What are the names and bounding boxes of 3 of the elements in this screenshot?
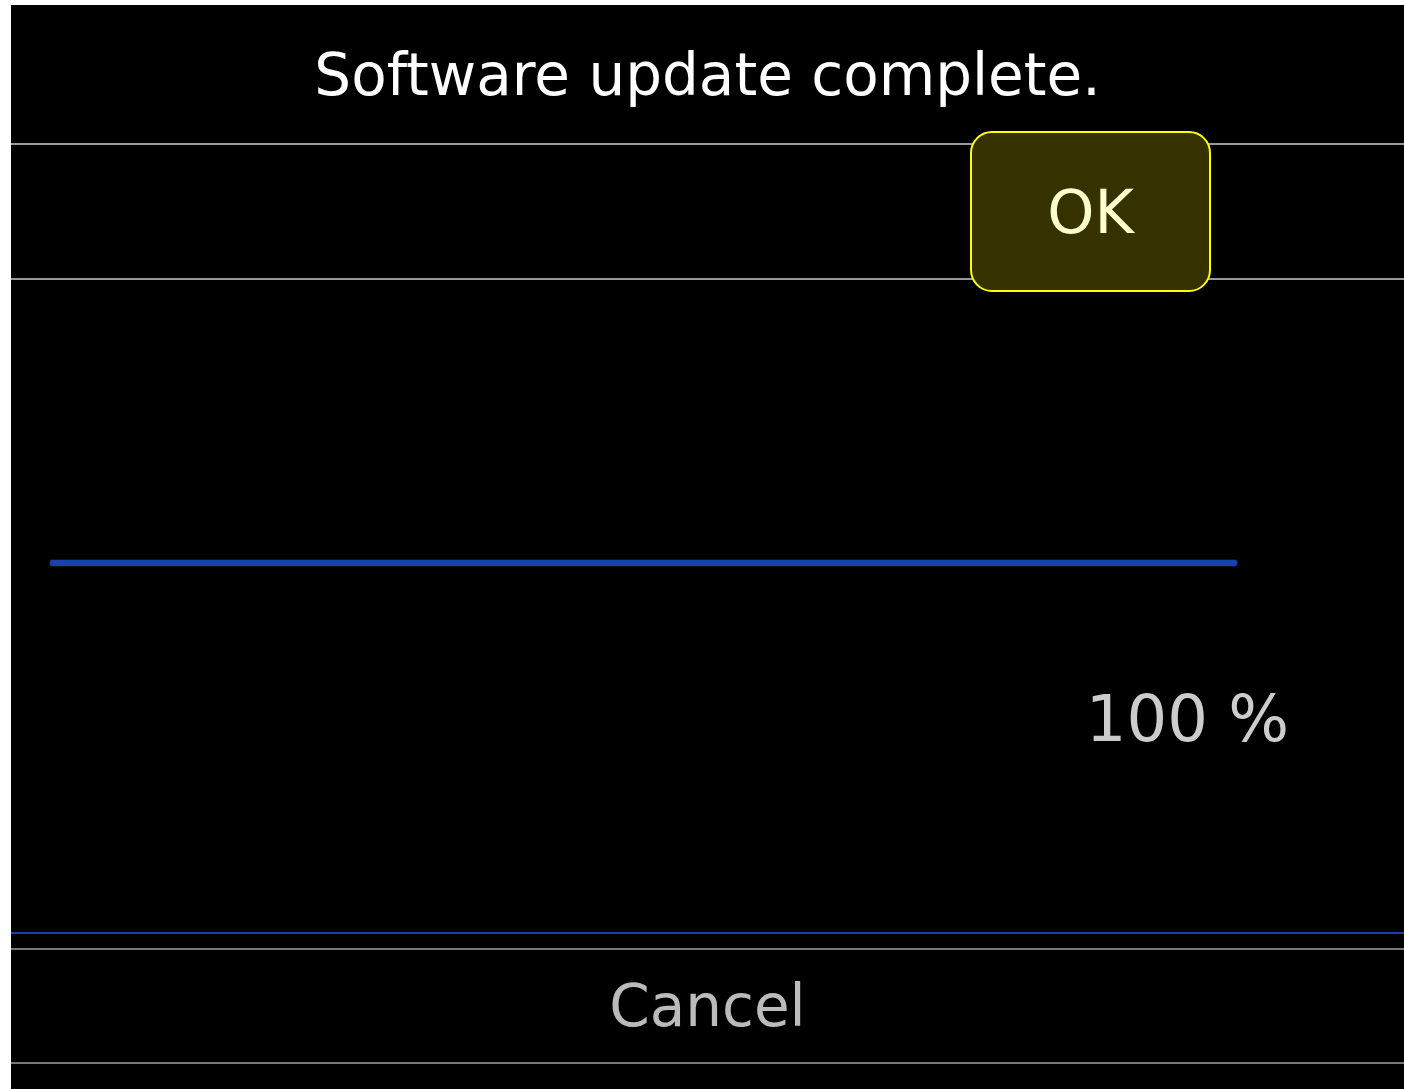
ok-button[interactable]: OK	[970, 131, 1211, 292]
cancel-button[interactable]: Cancel	[597, 970, 818, 1042]
progress-reading: 100 %	[1085, 682, 1289, 756]
